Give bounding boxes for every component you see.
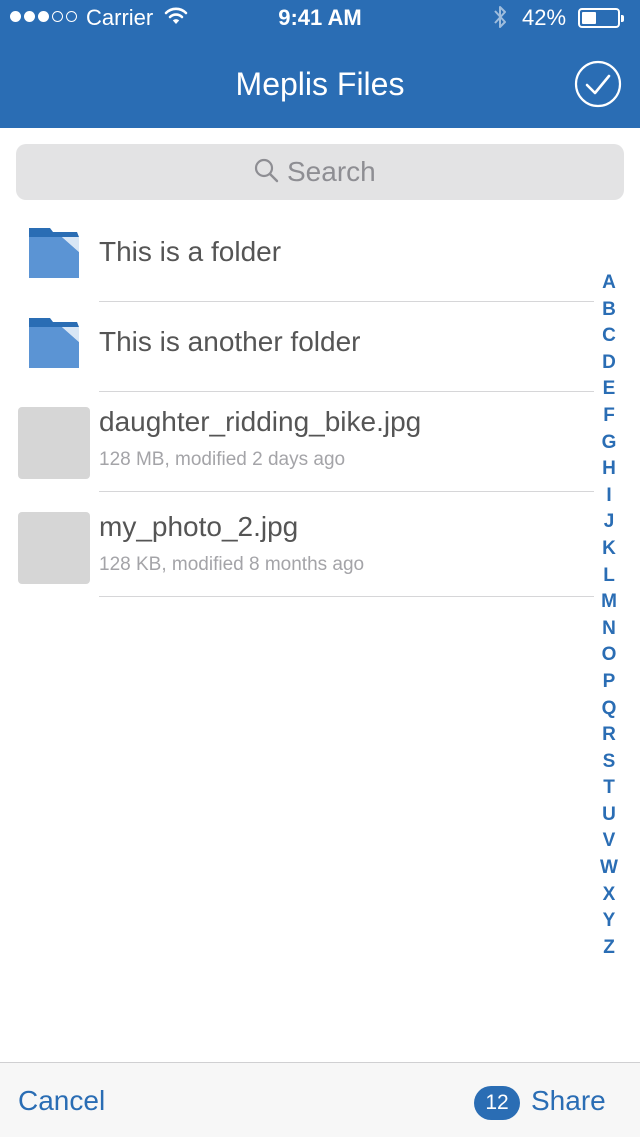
index-letter[interactable]: V bbox=[594, 828, 624, 855]
index-letter[interactable]: I bbox=[594, 483, 624, 510]
folder-row[interactable]: This is a folder bbox=[0, 212, 594, 302]
index-letter[interactable]: A bbox=[594, 270, 624, 297]
folder-icon bbox=[28, 317, 80, 374]
file-row[interactable]: daughter_ridding_bike.jpg 128 MB, modifi… bbox=[0, 392, 594, 492]
index-letter[interactable]: D bbox=[594, 350, 624, 377]
index-letter[interactable]: N bbox=[594, 616, 624, 643]
search-bar[interactable] bbox=[16, 144, 624, 200]
battery-level-fill bbox=[582, 12, 596, 24]
index-letter[interactable]: Y bbox=[594, 908, 624, 935]
index-letter[interactable]: C bbox=[594, 323, 624, 350]
search-input[interactable] bbox=[287, 156, 387, 188]
folder-row[interactable]: This is another folder bbox=[0, 302, 594, 392]
index-letter[interactable]: O bbox=[594, 642, 624, 669]
index-letter[interactable]: F bbox=[594, 403, 624, 430]
file-name: daughter_ridding_bike.jpg bbox=[99, 406, 422, 437]
image-thumbnail bbox=[18, 407, 90, 479]
navigation-bar: Carrier 9:41 AM 42% Meplis Files bbox=[0, 0, 640, 128]
done-button[interactable] bbox=[574, 60, 622, 108]
index-letter[interactable]: S bbox=[594, 749, 624, 776]
folder-name: This is a folder bbox=[99, 236, 282, 267]
index-letter[interactable]: G bbox=[594, 430, 624, 457]
alphabet-index[interactable]: ABCDEFGHIJKLMNOPQRSTUVWXYZ bbox=[594, 270, 624, 961]
index-letter[interactable]: J bbox=[594, 509, 624, 536]
index-letter[interactable]: R bbox=[594, 722, 624, 749]
row-divider bbox=[99, 596, 594, 597]
index-letter[interactable]: B bbox=[594, 297, 624, 324]
index-letter[interactable]: U bbox=[594, 802, 624, 829]
status-bar: Carrier 9:41 AM 42% bbox=[0, 0, 640, 36]
folder-icon bbox=[28, 227, 80, 284]
index-letter[interactable]: Q bbox=[594, 696, 624, 723]
file-name: my_photo_2.jpg bbox=[99, 511, 299, 542]
cancel-button[interactable]: Cancel bbox=[18, 1085, 105, 1117]
checkmark-circle-icon bbox=[574, 60, 622, 108]
index-letter[interactable]: M bbox=[594, 589, 624, 616]
share-button[interactable]: Share bbox=[531, 1085, 606, 1117]
index-letter[interactable]: Z bbox=[594, 935, 624, 962]
battery-percentage: 42% bbox=[522, 5, 567, 30]
share-count-badge: 12 bbox=[474, 1086, 520, 1120]
index-letter[interactable]: K bbox=[594, 536, 624, 563]
index-letter[interactable]: X bbox=[594, 882, 624, 909]
index-letter[interactable]: P bbox=[594, 669, 624, 696]
index-letter[interactable]: L bbox=[594, 563, 624, 590]
battery-icon bbox=[578, 8, 624, 28]
index-letter[interactable]: T bbox=[594, 775, 624, 802]
file-row[interactable]: my_photo_2.jpg 128 KB, modified 8 months… bbox=[0, 492, 594, 597]
bluetooth-icon bbox=[492, 4, 508, 35]
file-meta: 128 KB, modified 8 months ago bbox=[99, 554, 365, 575]
bottom-toolbar: Cancel 12 Share bbox=[0, 1062, 640, 1137]
index-letter[interactable]: W bbox=[594, 855, 624, 882]
image-thumbnail bbox=[18, 512, 90, 584]
index-letter[interactable]: H bbox=[594, 456, 624, 483]
search-icon bbox=[253, 157, 279, 188]
folder-name: This is another folder bbox=[99, 326, 361, 357]
index-letter[interactable]: E bbox=[594, 376, 624, 403]
file-meta: 128 MB, modified 2 days ago bbox=[99, 449, 346, 470]
page-title: Meplis Files bbox=[235, 66, 405, 102]
